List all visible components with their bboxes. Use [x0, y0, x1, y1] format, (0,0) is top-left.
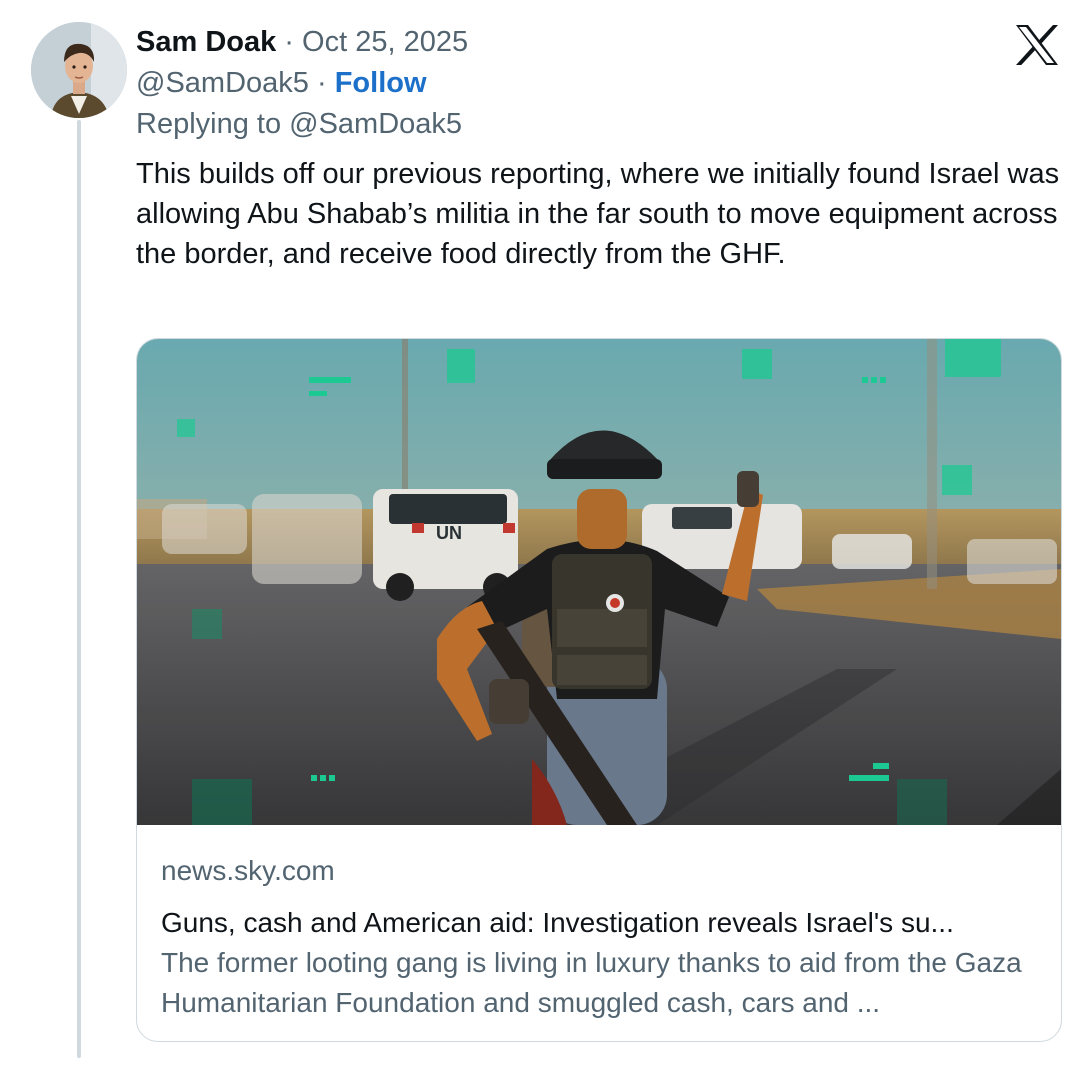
separator-dot: · [284, 26, 294, 58]
avatar-image [31, 22, 127, 118]
tweet-text: This builds off our previous reporting, … [136, 158, 1060, 270]
card-domain: news.sky.com [161, 855, 335, 886]
card-photo: UN [137, 339, 1061, 825]
card-title[interactable]: Guns, cash and American aid: Investigati… [161, 903, 1037, 943]
author-handle[interactable]: @SamDoak5 [136, 67, 309, 99]
card-description: The former looting gang is living in lux… [161, 947, 1022, 1018]
handle-line: @SamDoak5 · Follow [136, 62, 1068, 104]
reply-context[interactable]: Replying to @SamDoak5 [136, 104, 1068, 144]
avatar[interactable] [31, 22, 127, 118]
card-body: news.sky.com Guns, cash and American aid… [161, 839, 1037, 1023]
author-line: Sam Doak · Oct 25, 2025 [136, 22, 1068, 62]
author-name[interactable]: Sam Doak [136, 26, 276, 58]
card-image: UN [137, 339, 1061, 825]
link-preview-card[interactable]: UN news.sky.com Guns, cash and American … [136, 338, 1062, 1042]
follow-button[interactable]: Follow [335, 67, 427, 99]
tweet-date[interactable]: Oct 25, 2025 [302, 26, 468, 58]
tweet-header: Sam Doak · Oct 25, 2025 @SamDoak5 · Foll… [136, 22, 1068, 144]
thread-connector-line [77, 120, 81, 1058]
separator-dot: · [316, 67, 327, 99]
